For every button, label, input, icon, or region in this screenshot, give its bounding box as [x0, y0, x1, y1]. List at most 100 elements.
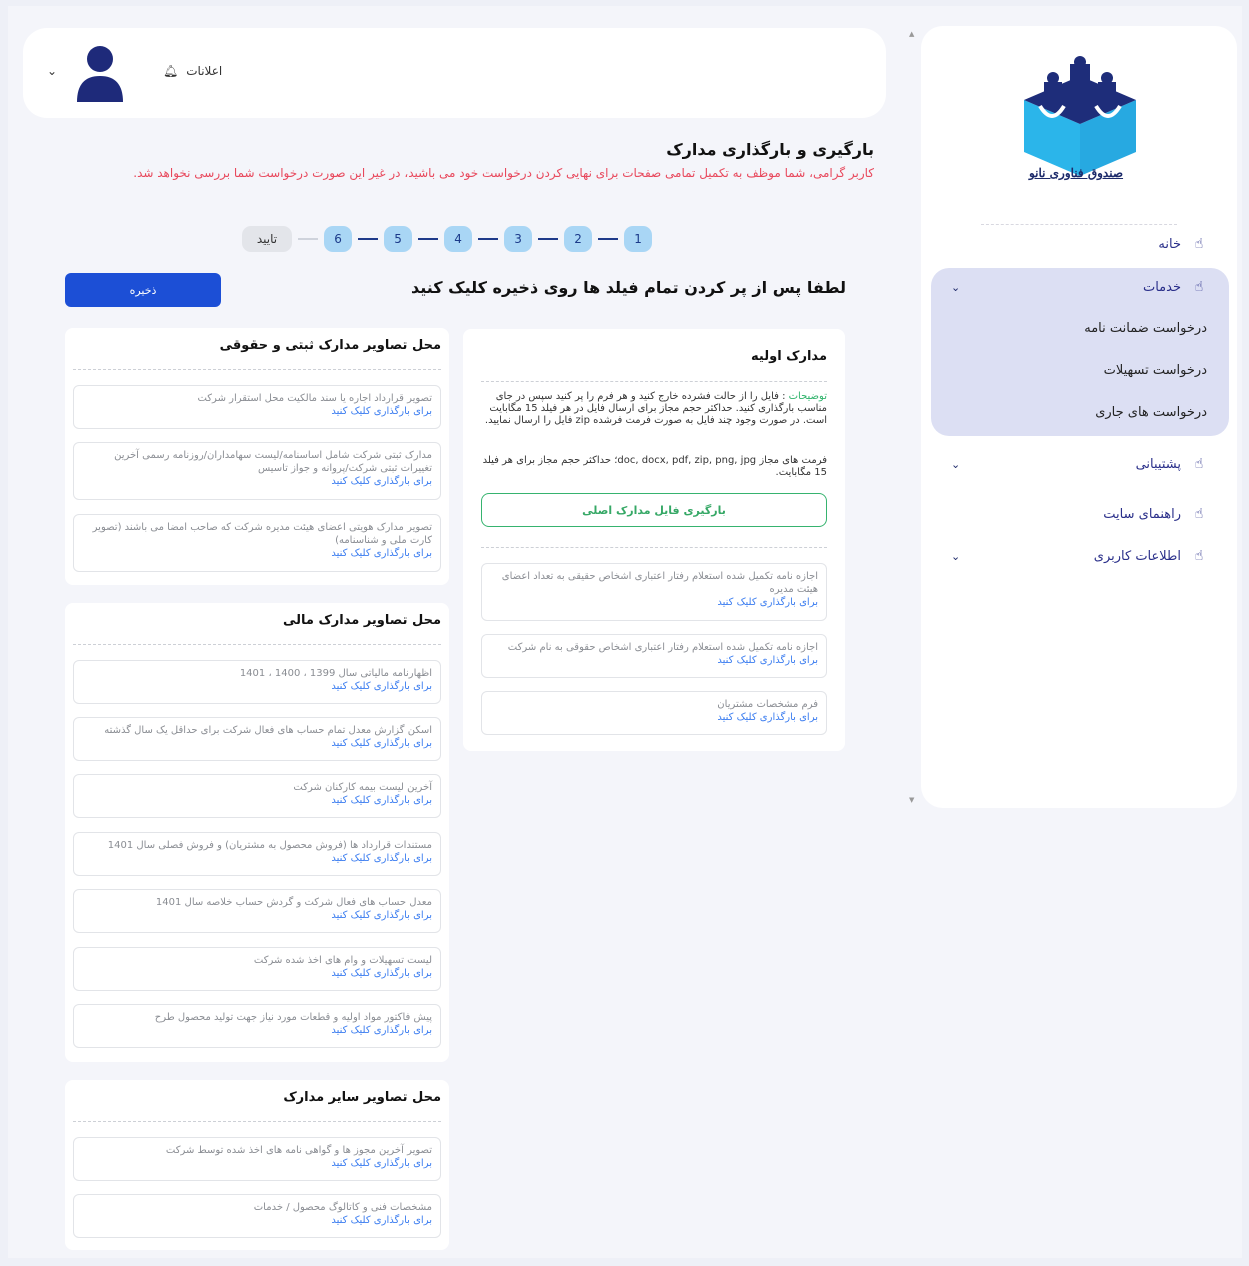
upload-field[interactable]: تصویر قرارداد اجاره یا سند مالکیت محل اس…	[73, 385, 441, 429]
step-connector	[358, 238, 378, 240]
sidebar-item-home[interactable]: ☝ خانه	[937, 224, 1221, 264]
step-connector	[418, 238, 438, 240]
sidebar-item-label: پشتیبانی	[1135, 456, 1181, 472]
field-label: مدارک ثبتی شرکت شامل اساسنامه/لیست سهامد…	[114, 450, 432, 474]
primary-documents-card: مدارک اولیه توضیحات : فایل را از حالت فش…	[463, 329, 845, 751]
field-label: اجازه نامه تکمیل شده استعلام رفتار اعتبا…	[507, 642, 818, 653]
upload-link[interactable]: برای بارگذاری کلیک کنید	[82, 680, 432, 694]
upload-field[interactable]: معدل حساب های فعال شرکت و گردش حساب خلاص…	[73, 889, 441, 933]
upload-field[interactable]: اجازه نامه تکمیل شده استعلام رفتار اعتبا…	[481, 563, 827, 621]
submenu-item-facilities[interactable]: درخواست تسهیلات	[1104, 363, 1207, 378]
upload-link[interactable]: برای بارگذاری کلیک کنید	[82, 1214, 432, 1228]
field-label: آخرین لیست بیمه کارکنان شرکت	[293, 782, 432, 793]
upload-link[interactable]: برای بارگذاری کلیک کنید	[82, 1024, 432, 1038]
step-4[interactable]: 4	[444, 226, 472, 252]
sidebar-item-support[interactable]: ☝ پشتیبانی ⌄	[937, 444, 1221, 484]
upload-field[interactable]: تصویر آخرین مجوز ها و گواهی نامه های اخذ…	[73, 1137, 441, 1181]
top-header: ⌄ اعلانات 🔔︎	[23, 28, 886, 118]
step-2[interactable]: 2	[564, 226, 592, 252]
field-label: تصویر قرارداد اجاره یا سند مالکیت محل اس…	[197, 393, 432, 404]
field-label: فرم مشخصات مشتریان	[717, 699, 818, 710]
step-6[interactable]: 6	[324, 226, 352, 252]
upload-link[interactable]: برای بارگذاری کلیک کنید	[82, 852, 432, 866]
sidebar-item-label: راهنمای سایت	[1103, 506, 1181, 522]
field-label: مشخصات فنی و کاتالوگ محصول / خدمات	[253, 1202, 432, 1213]
card-divider	[73, 644, 441, 645]
field-label: اسکن گزارش معدل تمام حساب های فعال شرکت …	[104, 725, 432, 736]
upload-link[interactable]: برای بارگذاری کلیک کنید	[490, 711, 818, 725]
user-avatar-icon[interactable]	[75, 44, 125, 102]
hand-icon: ☝	[1194, 279, 1204, 295]
instructions-text: توضیحات : فایل را از حالت فشرده خارج کنی…	[481, 391, 827, 427]
scroll-down-arrow[interactable]: ▼	[909, 796, 914, 804]
sidebar: صندوق فناوری نانو ☝ خانه ☝ خدمات ⌄ درخوا…	[921, 26, 1237, 808]
upload-link[interactable]: برای بارگذاری کلیک کنید	[82, 475, 432, 489]
field-label: تصویر آخرین مجوز ها و گواهی نامه های اخذ…	[165, 1145, 432, 1156]
upload-field[interactable]: آخرین لیست بیمه کارکنان شرکت برای بارگذا…	[73, 774, 441, 818]
bell-icon: 🔔︎	[163, 64, 179, 78]
warning-message: کاربر گرامی، شما موظف به تکمیل تمامی صفح…	[133, 166, 874, 180]
other-documents-card: محل تصاویر سایر مدارک تصویر آخرین مجوز ه…	[65, 1080, 449, 1250]
upload-link[interactable]: برای بارگذاری کلیک کنید	[82, 794, 432, 808]
field-label: مستندات قرارداد ها (فروش محصول به مشتریا…	[107, 840, 432, 851]
allowed-formats-text: فرمت های مجاز doc, docx, pdf, zip, png, …	[482, 455, 827, 478]
submenu-item-guarantee[interactable]: درخواست ضمانت نامه	[1084, 321, 1207, 336]
upload-link[interactable]: برای بارگذاری کلیک کنید	[82, 547, 432, 561]
upload-field[interactable]: لیست تسهیلات و وام های اخذ شده شرکت برای…	[73, 947, 441, 991]
card-divider	[73, 369, 441, 370]
upload-field[interactable]: مستندات قرارداد ها (فروش محصول به مشتریا…	[73, 832, 441, 876]
sidebar-item-profile[interactable]: ☝ اطلاعات کاربری ⌄	[937, 536, 1221, 576]
chevron-down-icon: ⌄	[951, 549, 961, 563]
hand-icon: ☝	[1194, 506, 1204, 522]
upload-field[interactable]: مشخصات فنی و کاتالوگ محصول / خدمات برای …	[73, 1194, 441, 1238]
chevron-down-icon[interactable]: ⌄	[47, 64, 57, 78]
card-title: محل تصاویر مدارک مالی	[283, 613, 441, 628]
page: ▲ ▼ صندوق فناوری نانو ☝ خانه ☝ خدمات ⌄ د…	[8, 6, 1242, 1258]
upload-field[interactable]: اظهارنامه مالیاتی سال 1399 ، 1400 ، 1401…	[73, 660, 441, 704]
upload-link[interactable]: برای بارگذاری کلیک کنید	[82, 405, 432, 419]
save-button[interactable]: ذخیره	[65, 273, 221, 307]
upload-link[interactable]: برای بارگذاری کلیک کنید	[82, 909, 432, 923]
sidebar-item-services[interactable]: ☝ خدمات ⌄	[937, 267, 1221, 307]
card-divider	[73, 1121, 441, 1122]
field-label: تصویر مدارک هویتی اعضای هیئت مدیره شرکت …	[92, 522, 432, 546]
hand-icon: ☝	[1194, 456, 1204, 472]
upload-field[interactable]: مدارک ثبتی شرکت شامل اساسنامه/لیست سهامد…	[73, 442, 441, 500]
financial-documents-card: محل تصاویر مدارک مالی اظهارنامه مالیاتی …	[65, 603, 449, 1062]
notifications-button[interactable]: اعلانات 🔔︎	[163, 64, 222, 78]
upload-field[interactable]: اجازه نامه تکمیل شده استعلام رفتار اعتبا…	[481, 634, 827, 678]
submenu-item-current-requests[interactable]: درخواست های جاری	[1095, 405, 1207, 420]
instructions-label: توضیحات	[788, 391, 827, 402]
upload-field[interactable]: اسکن گزارش معدل تمام حساب های فعال شرکت …	[73, 717, 441, 761]
step-confirm[interactable]: تایید	[242, 226, 292, 252]
notifications-label: اعلانات	[186, 64, 223, 78]
sidebar-item-guide[interactable]: ☝ راهنمای سایت	[937, 494, 1221, 534]
upload-field[interactable]: تصویر مدارک هویتی اعضای هیئت مدیره شرکت …	[73, 514, 441, 572]
step-5[interactable]: 5	[384, 226, 412, 252]
step-indicator: 1 2 3 4 5 6 تایید	[242, 226, 652, 252]
field-label: اظهارنامه مالیاتی سال 1399 ، 1400 ، 1401	[239, 668, 432, 679]
field-label: لیست تسهیلات و وام های اخذ شده شرکت	[253, 955, 432, 966]
step-connector	[478, 238, 498, 240]
page-title: بارگیری و بارگذاری مدارک	[666, 140, 874, 159]
sidebar-item-label: اطلاعات کاربری	[1093, 548, 1181, 564]
chevron-down-icon: ⌄	[951, 280, 961, 294]
upload-field[interactable]: فرم مشخصات مشتریان برای بارگذاری کلیک کن…	[481, 691, 827, 735]
hand-icon: ☝	[1194, 236, 1204, 252]
download-main-documents-button[interactable]: بارگیری فایل مدارک اصلی	[481, 493, 827, 527]
upload-link[interactable]: برای بارگذاری کلیک کنید	[82, 1157, 432, 1171]
upload-link[interactable]: برای بارگذاری کلیک کنید	[490, 654, 818, 668]
card-title: محل تصاویر مدارک ثبتی و حقوقی	[219, 338, 441, 353]
field-label: اجازه نامه تکمیل شده استعلام رفتار اعتبا…	[501, 571, 818, 595]
logo-icon	[1024, 56, 1136, 176]
step-3[interactable]: 3	[504, 226, 532, 252]
field-label: معدل حساب های فعال شرکت و گردش حساب خلاص…	[155, 897, 432, 908]
sidebar-item-label: خدمات	[1142, 279, 1181, 295]
card-title: محل تصاویر سایر مدارک	[283, 1090, 441, 1105]
upload-link[interactable]: برای بارگذاری کلیک کنید	[82, 967, 432, 981]
step-1[interactable]: 1	[624, 226, 652, 252]
upload-link[interactable]: برای بارگذاری کلیک کنید	[490, 596, 818, 610]
scroll-up-arrow[interactable]: ▲	[909, 30, 914, 38]
upload-field[interactable]: پیش فاکتور مواد اولیه و قطعات مورد نیاز …	[73, 1004, 441, 1048]
upload-link[interactable]: برای بارگذاری کلیک کنید	[82, 737, 432, 751]
